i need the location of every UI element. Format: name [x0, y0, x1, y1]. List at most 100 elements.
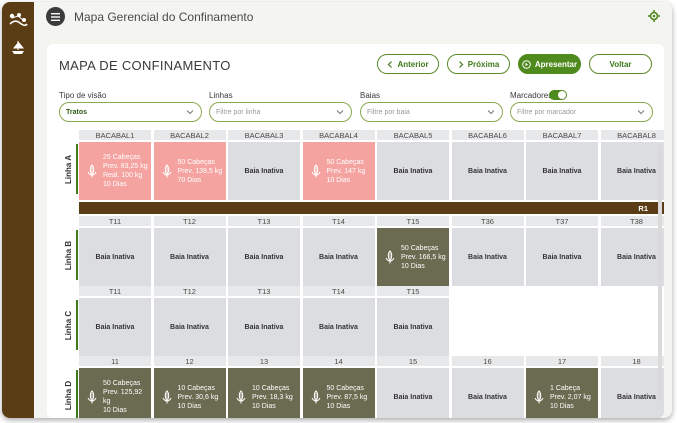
- pen-cell[interactable]: Baia Inativa: [377, 142, 449, 200]
- pen-info: 50 Cabeças Prev. 147 kg 10 Dias: [327, 158, 366, 185]
- pen-status-text: Baia Inativa: [468, 393, 507, 401]
- pen-cell[interactable]: Baia Inativa: [228, 142, 300, 200]
- pen-days: 10 Dias: [103, 181, 127, 188]
- pen-cell[interactable]: Baia Inativa: [377, 368, 449, 418]
- pen-cell[interactable]: 1 Cabeça Prev. 2,07 kg 10 Dias: [526, 368, 598, 418]
- ship-icon[interactable]: [6, 36, 30, 60]
- pen-cell[interactable]: 50 Cabeças Prev. 87,5 kg 10 Dias: [302, 368, 375, 418]
- pen-cell[interactable]: Baia Inativa: [228, 298, 300, 356]
- pen-cell[interactable]: Baia Inativa: [302, 298, 375, 356]
- pen-status-text: Baia Inativa: [95, 253, 135, 261]
- app-window: Mapa Gerencial do Confinamento MAPA DE C…: [2, 2, 672, 418]
- pen-cell[interactable]: 50 Cabeças Prev. 166,5 kg 10 Dias: [377, 228, 449, 286]
- pen-status-text: Baia Inativa: [542, 253, 582, 261]
- pen-cell[interactable]: Baia Inativa: [451, 228, 524, 286]
- back-button[interactable]: Voltar: [589, 54, 652, 74]
- pen-prev: Prev. 30,6 kg: [177, 393, 219, 401]
- pen-status-text: Baia Inativa: [468, 253, 507, 261]
- pen-status-text: Baia Inativa: [393, 393, 433, 401]
- pen-cell[interactable]: Baia Inativa: [302, 228, 375, 286]
- pen-cell[interactable]: 10 Cabeças Prev. 30,6 kg 10 Dias: [153, 368, 226, 418]
- pen-header: T11: [79, 286, 151, 296]
- line-name: Linha C: [64, 310, 74, 340]
- scrollbar[interactable]: [658, 144, 662, 402]
- pen-header: BACABAL6: [451, 130, 524, 140]
- pen-cell[interactable]: Baia Inativa: [600, 368, 664, 418]
- pen-prev: Prev. 125,92 kg: [103, 389, 143, 405]
- chevron-right-icon: [458, 60, 464, 68]
- pen-cell[interactable]: Baia Inativa: [153, 298, 226, 356]
- pen-header: T14: [302, 286, 375, 296]
- pen-cell[interactable]: Baia Inativa: [526, 142, 598, 200]
- pens-select[interactable]: Filtre por baia: [360, 102, 503, 122]
- logo-icon[interactable]: [6, 8, 30, 32]
- pen-cell[interactable]: 50 Cabeças Prev. 139,5 kg 70 Dias: [153, 142, 226, 200]
- pen-days: 10 Dias: [103, 407, 127, 414]
- pen-header: 18: [600, 356, 664, 366]
- pen-header: BACABAL5: [377, 130, 449, 140]
- pen-info: 1 Cabeça Prev. 2,07 kg 10 Dias: [550, 384, 591, 411]
- pen-header: T13: [228, 216, 300, 226]
- pen-prev: Prev. 2,07 kg: [550, 393, 591, 401]
- pen-info: 10 Cabeças Prev. 30,6 kg 10 Dias: [178, 384, 219, 411]
- markers-select[interactable]: Filtre por marcador: [510, 102, 653, 122]
- pen-heads: 10 Cabeças: [252, 384, 290, 392]
- pen-header: 16: [451, 356, 524, 366]
- pen-cell[interactable]: Baia Inativa: [451, 142, 524, 200]
- pen-header: T38: [600, 216, 664, 226]
- menu-icon[interactable]: [46, 7, 65, 26]
- lines-select[interactable]: Filtre por linha: [209, 102, 352, 122]
- pen-cell[interactable]: 50 Cabeças Prev. 125,92 kg 10 Dias: [79, 368, 151, 418]
- pen-prev: Prev. 166,5 kg: [401, 253, 446, 261]
- present-button[interactable]: Apresentar: [518, 54, 581, 74]
- view-type-label: Tipo de visão: [59, 91, 107, 100]
- pen-cell[interactable]: Baia Inativa: [600, 228, 664, 286]
- pen-days: 10 Dias: [326, 176, 351, 184]
- corn-icon: [85, 390, 99, 404]
- back-label: Voltar: [609, 59, 632, 69]
- pen-days: 10 Dias: [326, 402, 351, 410]
- pen-status-text: Baia Inativa: [319, 323, 358, 331]
- pen-cell[interactable]: 50 Cabeças Prev. 147 kg 10 Dias: [302, 142, 375, 200]
- pen-cell[interactable]: Baia Inativa: [600, 142, 664, 200]
- line-name: Linha D: [64, 380, 74, 410]
- pen-status-text: Baia Inativa: [244, 167, 284, 175]
- pen-info: 50 Cabeças Prev. 166,5 kg 10 Dias: [401, 244, 446, 271]
- pen-status-text: Baia Inativa: [617, 167, 656, 175]
- previous-button[interactable]: Anterior: [377, 54, 439, 74]
- corn-icon: [85, 164, 99, 178]
- pen-cell[interactable]: Baia Inativa: [79, 228, 151, 286]
- pen-header: 15: [377, 356, 449, 366]
- pen-header: BACABAL7: [526, 130, 598, 140]
- pen-cell[interactable]: Baia Inativa: [228, 228, 300, 286]
- lines-label: Linhas: [209, 91, 233, 100]
- pen-header: T15: [377, 286, 449, 296]
- markers-toggle[interactable]: [549, 90, 567, 100]
- pen-real: Real. 100 kg: [103, 172, 143, 179]
- gear-icon[interactable]: [648, 9, 660, 27]
- pen-cell[interactable]: 25 Cabeças Prev. 83,25 kg Real. 100 kg 10 D…: [79, 142, 151, 200]
- pen-info: 50 Cabeças Prev. 87,5 kg 10 Dias: [327, 384, 368, 411]
- pen-header: BACABAL1: [79, 130, 151, 140]
- pen-prev: Prev. 83,25 kg: [103, 163, 148, 170]
- pen-header: T14: [302, 216, 375, 226]
- pen-status-text: Baia Inativa: [95, 323, 135, 331]
- pen-cell[interactable]: 10 Cabeças Prev. 18,3 kg 10 Dias: [228, 368, 300, 418]
- pen-cell[interactable]: Baia Inativa: [79, 298, 151, 356]
- corn-icon: [532, 390, 546, 404]
- view-type-value: Tratos: [66, 108, 88, 116]
- pen-cell[interactable]: Baia Inativa: [377, 298, 449, 356]
- view-type-select[interactable]: Tratos: [59, 102, 202, 122]
- pen-status-text: Baia Inativa: [244, 253, 284, 261]
- pen-cell[interactable]: Baia Inativa: [153, 228, 226, 286]
- next-button[interactable]: Próxima: [447, 54, 510, 74]
- pen-cell[interactable]: Baia Inativa: [526, 228, 598, 286]
- pen-prev: Prev. 87,5 kg: [326, 393, 368, 401]
- pen-info: 25 Cabeças Prev. 83,25 kg Real. 100 kg 10 D…: [103, 153, 148, 189]
- pens-label: Baias: [360, 91, 381, 100]
- pen-cell[interactable]: Baia Inativa: [451, 368, 524, 418]
- pen-heads: 10 Cabeças: [177, 384, 215, 392]
- pen-header: 11: [79, 356, 151, 366]
- pen-status-text: Baia Inativa: [617, 393, 656, 401]
- previous-label: Anterior: [397, 59, 429, 69]
